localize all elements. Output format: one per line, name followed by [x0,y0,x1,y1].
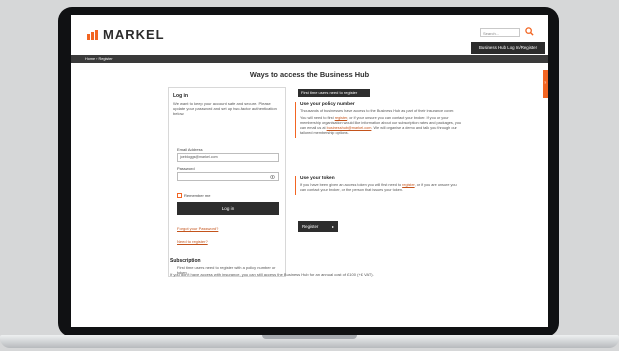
login-button[interactable]: Log in [177,202,279,215]
feedback-tab-label: ? [544,80,547,85]
forgot-password-link[interactable]: Forgot your Password? [177,226,218,231]
subscription-text: If you don't have access with insurance,… [170,272,374,277]
policy-register-link[interactable]: register [335,116,347,120]
token-text: If you have been given an access token y… [300,183,457,192]
email-label: Email Address [177,147,203,152]
first-time-banner: First time users need to register [298,89,370,97]
policy-title: Use your policy number [300,102,355,107]
password-label: Password [177,166,195,171]
breadcrumb: Home › Register [71,55,548,63]
register-button-label: Register [302,224,319,229]
login-title: Log in [173,93,188,99]
laptop-base-notch [262,335,357,339]
search-icon[interactable] [525,27,534,36]
site-header: MARKEL Search... Business Hub Log In/Reg… [71,15,548,55]
token-block: Use your token If you have been given an… [295,176,462,195]
token-register-link[interactable]: register [402,183,414,187]
business-hub-login-button[interactable]: Business Hub Log In/Register [471,42,545,54]
policy-number-block: Use your policy number Thousands of busi… [295,102,462,138]
policy-text-1: Thousands of businesses have access to t… [300,109,455,113]
business-hub-email-link[interactable]: businesshub@markel.com [327,126,372,130]
login-description: We want to keep your account safe and se… [173,101,277,116]
need-to-register-link[interactable]: Need to register? [177,239,208,244]
token-title: Use your token [300,176,335,181]
chevron-right-icon: ▸ [331,224,334,229]
remember-me[interactable]: Remember me [177,193,211,199]
email-field[interactable]: joebloggs@markel.com [177,153,279,162]
markel-logo-icon [87,30,100,40]
password-field[interactable] [177,172,279,181]
remember-me-label: Remember me [184,193,211,198]
register-button[interactable]: Register ▸ [298,221,338,232]
laptop-screen: MARKEL Search... Business Hub Log In/Reg… [71,15,548,327]
brand-logo-text[interactable]: MARKEL [103,27,165,42]
login-panel: Log in We want to keep your account safe… [168,87,286,277]
subscription-title: Subscription [170,258,201,264]
eye-icon[interactable] [270,175,275,179]
policy-text-2: You will need to first register, or if y… [300,116,462,135]
search-input[interactable]: Search... [480,28,520,37]
page-title: Ways to access the Business Hub [249,70,370,79]
remember-me-checkbox[interactable] [177,193,182,199]
